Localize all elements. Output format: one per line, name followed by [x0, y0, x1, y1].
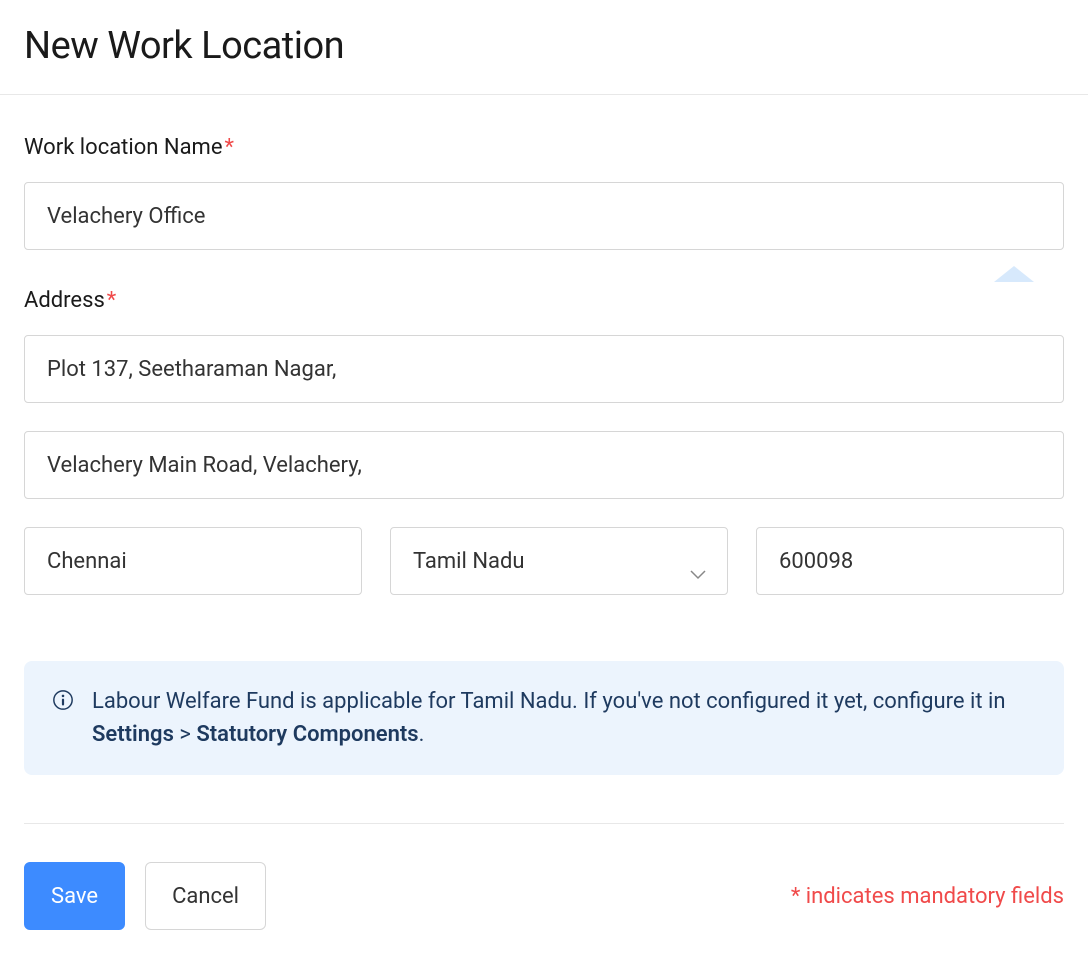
- required-asterisk: *: [107, 288, 116, 313]
- address-label-text: Address: [24, 288, 105, 313]
- cancel-button[interactable]: Cancel: [145, 862, 266, 930]
- state-select[interactable]: Tamil Nadu: [390, 527, 728, 595]
- info-text-sep: >: [174, 722, 196, 747]
- address-field: Address* Tamil Nadu: [24, 288, 1064, 623]
- hint-triangle-icon: [994, 266, 1034, 282]
- address-line1-input[interactable]: [24, 335, 1064, 403]
- required-asterisk: *: [225, 135, 234, 160]
- address-line2-input[interactable]: [24, 431, 1064, 499]
- footer-divider: [24, 823, 1064, 824]
- footer-row: Save Cancel * indicates mandatory fields: [24, 862, 1064, 930]
- work-location-name-field: Work location Name*: [24, 135, 1064, 250]
- city-input[interactable]: [24, 527, 362, 595]
- info-text: Labour Welfare Fund is applicable for Ta…: [92, 685, 1036, 751]
- page-title: New Work Location: [24, 24, 1064, 68]
- work-location-name-input[interactable]: [24, 182, 1064, 250]
- save-button[interactable]: Save: [24, 862, 125, 930]
- info-text-suffix: .: [419, 722, 425, 747]
- info-banner: Labour Welfare Fund is applicable for Ta…: [24, 661, 1064, 775]
- info-text-prefix: Labour Welfare Fund is applicable for Ta…: [92, 689, 1006, 714]
- mandatory-note: * indicates mandatory fields: [791, 884, 1064, 909]
- info-text-settings: Settings: [92, 722, 174, 747]
- header-divider: [0, 94, 1088, 95]
- address-label: Address*: [24, 288, 1064, 313]
- work-location-name-label: Work location Name*: [24, 135, 1064, 160]
- info-text-statutory: Statutory Components: [196, 722, 418, 747]
- zip-input[interactable]: [756, 527, 1064, 595]
- info-icon: [52, 689, 74, 711]
- work-location-name-label-text: Work location Name: [24, 135, 223, 160]
